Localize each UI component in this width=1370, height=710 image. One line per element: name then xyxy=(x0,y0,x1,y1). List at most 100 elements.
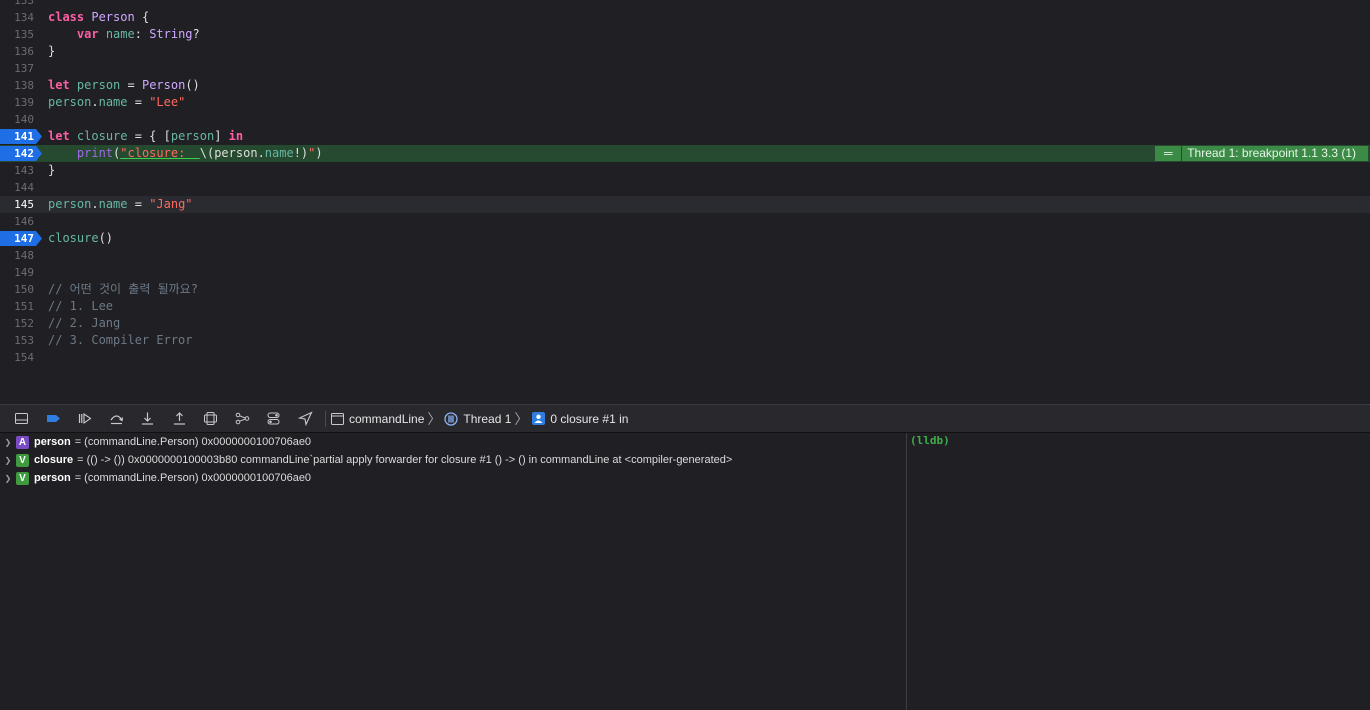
line-number[interactable]: 153 xyxy=(0,332,40,349)
line-number[interactable]: 134 xyxy=(0,9,40,26)
step-out-button[interactable] xyxy=(164,407,196,431)
line-number[interactable]: 150 xyxy=(0,281,40,298)
code-text: class Person { xyxy=(48,9,149,26)
code-line[interactable]: 152 // 2. Jang xyxy=(0,315,1370,332)
code-text: person.name = "Lee" xyxy=(48,94,185,111)
variable-row[interactable]: ❯ Vclosure = (() -> ()) 0x0000000100003b80… xyxy=(0,451,906,469)
step-over-button[interactable] xyxy=(101,407,133,431)
variable-row[interactable]: ❯ Aperson = (commandLine.Person) 0x0000000… xyxy=(0,433,906,451)
lldb-console[interactable]: (lldb) xyxy=(907,433,1370,710)
disclosure-triangle-icon[interactable]: ❯ xyxy=(0,474,16,483)
line-number[interactable]: 137 xyxy=(0,60,40,77)
code-line[interactable]: 146 xyxy=(0,213,1370,230)
line-number[interactable]: 149 xyxy=(0,264,40,281)
code-token: person xyxy=(48,95,92,109)
line-number[interactable]: 143 xyxy=(0,162,40,179)
code-line[interactable]: 134 class Person { xyxy=(0,9,1370,26)
line-number[interactable]: 144 xyxy=(0,179,40,196)
breadcrumb: commandLine 〉 Thread 1 〉 0 closure #1 in xyxy=(330,409,628,429)
stack-frame-user-icon xyxy=(531,412,545,426)
breakpoint-annotation-text: Thread 1: breakpoint 1.1 3.3 (1) xyxy=(1182,146,1368,161)
code-line[interactable]: 154 xyxy=(0,349,1370,366)
line-number[interactable]: 154 xyxy=(0,349,40,366)
memory-graph-icon xyxy=(235,411,250,426)
source-editor[interactable]: 133 134 class Person {135 var name: String… xyxy=(0,0,1370,404)
code-token: "Jang" xyxy=(149,197,193,211)
code-line[interactable]: 133 xyxy=(0,0,1370,9)
line-number[interactable]: 136 xyxy=(0,43,40,60)
variables-view[interactable]: ❯ Aperson = (commandLine.Person) 0x0000000… xyxy=(0,433,906,710)
disclosure-triangle-icon[interactable]: ❯ xyxy=(0,456,16,465)
chevron-right-icon: 〉 xyxy=(514,410,529,427)
continue-button[interactable] xyxy=(69,407,101,431)
line-number[interactable]: 133 xyxy=(0,0,40,9)
code-token: class xyxy=(48,10,85,24)
code-line[interactable]: 137 xyxy=(0,60,1370,77)
line-number[interactable]: 146 xyxy=(0,213,40,230)
line-number[interactable]: 147 xyxy=(0,230,40,247)
view-hierarchy-button[interactable] xyxy=(195,407,227,431)
line-number[interactable]: 148 xyxy=(0,247,40,264)
code-text: closure() xyxy=(48,230,113,247)
code-line[interactable]: 141 let closure = { [person] in xyxy=(0,128,1370,145)
line-number[interactable]: 152 xyxy=(0,315,40,332)
line-number[interactable]: 142 xyxy=(0,145,40,162)
code-line[interactable]: 149 xyxy=(0,264,1370,281)
code-token: = xyxy=(127,197,150,211)
code-line[interactable]: 145 person.name = "Jang" xyxy=(0,196,1370,213)
code-token: person xyxy=(48,197,92,211)
code-line[interactable]: 139 person.name = "Lee" xyxy=(0,94,1370,111)
code-line[interactable]: 140 xyxy=(0,111,1370,128)
variable-row[interactable]: ❯ Vperson = (commandLine.Person) 0x0000000… xyxy=(0,469,906,487)
code-line[interactable]: 138 let person = Person() xyxy=(0,77,1370,94)
line-number[interactable]: 151 xyxy=(0,298,40,315)
step-into-button[interactable] xyxy=(132,407,164,431)
view-hierarchy-icon xyxy=(203,411,218,426)
line-number[interactable]: 138 xyxy=(0,77,40,94)
breadcrumb-thread[interactable]: Thread 1 xyxy=(463,412,511,426)
code-line[interactable]: 148 xyxy=(0,247,1370,264)
code-token: . xyxy=(91,197,99,211)
line-number[interactable]: 141 xyxy=(0,128,40,145)
code-line[interactable]: 135 var name: String? xyxy=(0,26,1370,43)
location-arrow-icon xyxy=(297,411,313,426)
code-line[interactable]: 150 // 어떤 것이 출력 될까요? xyxy=(0,281,1370,298)
code-line[interactable]: 143} xyxy=(0,162,1370,179)
code-token: \( xyxy=(199,146,215,160)
code-token: "Lee" xyxy=(149,95,186,109)
disclosure-triangle-icon[interactable]: ❯ xyxy=(0,438,16,447)
code-text: person.name = "Jang" xyxy=(48,196,193,213)
environment-overrides-button[interactable] xyxy=(258,407,290,431)
breakpoint-annotation[interactable]: ═ Thread 1: breakpoint 1.1 3.3 (1) xyxy=(1155,146,1368,161)
line-number[interactable]: 140 xyxy=(0,111,40,128)
breakpoints-toggle-button[interactable] xyxy=(38,407,70,431)
code-token: let xyxy=(48,78,70,92)
code-line[interactable]: 142 print("closure: \(person.name!)") ═ Th… xyxy=(0,145,1370,162)
code-line[interactable]: 147 closure() xyxy=(0,230,1370,247)
memory-graph-button[interactable] xyxy=(227,407,259,431)
code-line[interactable]: 144 xyxy=(0,179,1370,196)
breadcrumb-target[interactable]: commandLine xyxy=(349,412,424,426)
breadcrumb-frame[interactable]: 0 closure #1 in xyxy=(550,412,628,426)
debug-bar: commandLine 〉 Thread 1 〉 0 closure #1 in xyxy=(0,404,1370,433)
code-text: print("closure: \(person.name!)") xyxy=(48,145,323,162)
simulate-location-button[interactable] xyxy=(290,407,322,431)
code-line[interactable]: 136} xyxy=(0,43,1370,60)
line-number[interactable]: 135 xyxy=(0,26,40,43)
hide-debug-area-button[interactable] xyxy=(6,407,38,431)
line-number[interactable]: 145 xyxy=(0,196,40,213)
code-token: closure xyxy=(48,231,99,245)
code-line[interactable]: 153 // 3. Compiler Error xyxy=(0,332,1370,349)
line-number[interactable]: 139 xyxy=(0,94,40,111)
code-token: = { [ xyxy=(127,129,171,143)
variable-name: person xyxy=(34,436,71,448)
environment-icon xyxy=(266,411,281,426)
code-token: person xyxy=(76,78,121,92)
variable-name: person xyxy=(34,472,71,484)
code-text: let person = Person() xyxy=(48,77,200,94)
code-line[interactable]: 151 // 1. Lee xyxy=(0,298,1370,315)
equals-icon: ═ xyxy=(1155,146,1182,161)
code-token: closure xyxy=(76,129,128,143)
